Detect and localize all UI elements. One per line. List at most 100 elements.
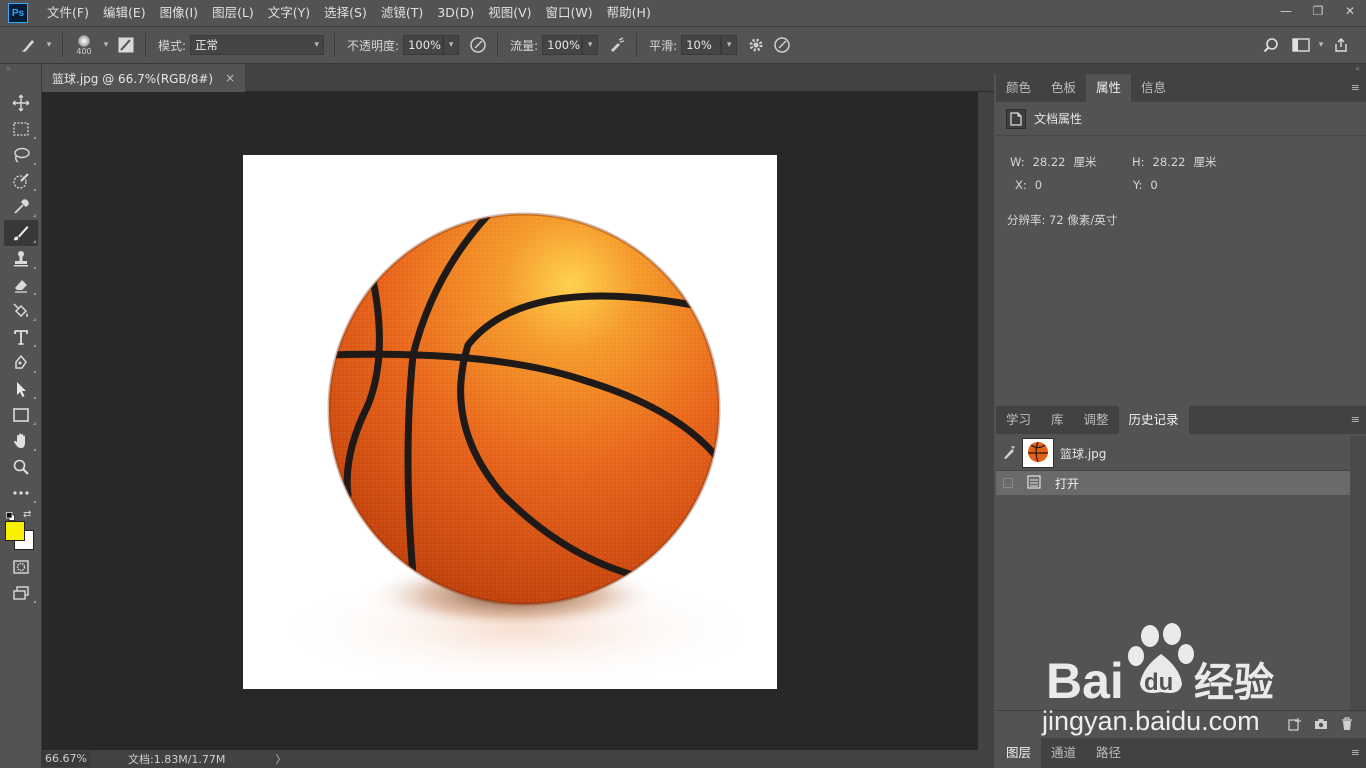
history-snapshot[interactable]: 篮球.jpg — [996, 436, 1350, 470]
brush-preset-dropdown-icon[interactable]: ▾ — [42, 35, 56, 55]
menu-file[interactable]: 文件(F) — [40, 0, 96, 26]
screen-mode-icon[interactable] — [4, 580, 38, 606]
default-colors-icon[interactable] — [6, 510, 15, 521]
history-step[interactable]: 打开 — [996, 471, 1350, 495]
document-canvas[interactable] — [243, 155, 777, 689]
history-footer — [996, 710, 1366, 736]
airbrush-icon[interactable] — [604, 32, 630, 58]
more-tools-icon[interactable] — [4, 480, 38, 506]
brush-preset-icon[interactable] — [16, 32, 42, 58]
restore-button[interactable]: ❐ — [1302, 0, 1334, 22]
y-row: Y: 0 — [1133, 178, 1158, 192]
menu-view[interactable]: 视图(V) — [481, 0, 538, 26]
opacity-dropdown-icon[interactable]: ▾ — [443, 35, 460, 55]
y-value[interactable]: 0 — [1150, 178, 1157, 192]
foreground-color-swatch[interactable] — [5, 521, 25, 541]
close-icon[interactable]: × — [225, 71, 235, 85]
lasso-tool-icon[interactable] — [4, 142, 38, 168]
document-icon — [1006, 108, 1026, 129]
menu-image[interactable]: 图像(I) — [153, 0, 205, 26]
gear-icon[interactable] — [743, 32, 769, 58]
new-document-from-state-icon[interactable] — [1282, 717, 1308, 731]
width-value[interactable]: 28.22 — [1033, 155, 1066, 169]
tab-libraries[interactable]: 库 — [1041, 406, 1074, 434]
status-menu-arrow[interactable]: 〉 — [275, 751, 286, 767]
menu-type[interactable]: 文字(Y) — [261, 0, 317, 26]
panel-menu-icon[interactable]: ≡ — [1351, 414, 1360, 425]
canvas-vertical-scrollbar[interactable] — [978, 92, 994, 750]
document-size-info: 文档:1.83M/1.77M — [128, 753, 226, 766]
swap-colors-icon[interactable]: ⇄ — [23, 509, 31, 520]
camera-icon[interactable] — [1308, 718, 1334, 730]
basketball-image — [268, 212, 768, 689]
share-icon[interactable] — [1328, 32, 1354, 58]
menu-window[interactable]: 窗口(W) — [539, 0, 600, 26]
tab-adjustments[interactable]: 调整 — [1074, 406, 1119, 434]
flow-input[interactable]: 100% — [542, 35, 583, 55]
eraser-tool-icon[interactable] — [4, 272, 38, 298]
height-value[interactable]: 28.22 — [1153, 155, 1186, 169]
tab-swatches[interactable]: 色板 — [1041, 74, 1086, 102]
menu-layer[interactable]: 图层(L) — [205, 0, 261, 26]
pressure-size-icon[interactable] — [769, 32, 795, 58]
toolbar-collapse-icon[interactable]: » — [0, 64, 41, 74]
tab-paths[interactable]: 路径 — [1086, 738, 1131, 768]
document-tab[interactable]: 篮球.jpg @ 66.7%(RGB/8#) × — [42, 64, 246, 92]
mode-label: 模式: — [158, 38, 187, 53]
workspace-icon[interactable] — [1288, 32, 1314, 58]
history-source-checkbox[interactable] — [1003, 478, 1013, 488]
workspace-dropdown-icon[interactable]: ▾ — [1314, 35, 1328, 55]
brush-tool-icon[interactable] — [4, 220, 38, 246]
tab-history[interactable]: 历史记录 — [1118, 406, 1189, 434]
rectangle-tool-icon[interactable] — [4, 402, 38, 428]
minimize-button[interactable]: — — [1270, 0, 1302, 22]
tab-layers[interactable]: 图层 — [996, 738, 1042, 768]
clone-stamp-tool-icon[interactable] — [4, 246, 38, 272]
tab-properties[interactable]: 属性 — [1086, 74, 1132, 102]
opacity-input[interactable]: 100% — [403, 35, 444, 55]
zoom-tool-icon[interactable] — [4, 454, 38, 480]
history-scrollbar[interactable] — [1350, 436, 1366, 712]
marquee-tool-icon[interactable] — [4, 116, 38, 142]
trash-icon[interactable] — [1334, 716, 1360, 731]
right-dock-header: « — [994, 64, 1366, 74]
tab-color[interactable]: 颜色 — [996, 74, 1041, 102]
eyedropper-tool-icon[interactable] — [4, 194, 38, 220]
quick-selection-tool-icon[interactable] — [4, 168, 38, 194]
brush-settings-icon[interactable] — [113, 32, 139, 58]
menu-help[interactable]: 帮助(H) — [600, 0, 658, 26]
window-controls: — ❐ ✕ — [1270, 0, 1366, 22]
smoothing-dropdown-icon[interactable]: ▾ — [721, 35, 738, 55]
path-selection-tool-icon[interactable] — [4, 376, 38, 402]
x-row: X: 0 — [1015, 178, 1042, 192]
zoom-level-input[interactable]: 66.67% — [42, 751, 90, 767]
history-brush-source-icon[interactable] — [998, 446, 1020, 460]
brush-size-dropdown-icon[interactable]: ▾ — [99, 35, 113, 55]
canvas-area[interactable] — [42, 92, 978, 750]
menu-edit[interactable]: 编辑(E) — [96, 0, 153, 26]
menu-filter[interactable]: 滤镜(T) — [374, 0, 430, 26]
x-value[interactable]: 0 — [1035, 178, 1042, 192]
quick-mask-icon[interactable] — [4, 554, 38, 580]
tab-learn[interactable]: 学习 — [996, 406, 1041, 434]
pen-tool-icon[interactable] — [4, 350, 38, 376]
width-row: W: 28.22 厘米 — [1010, 154, 1097, 170]
menu-select[interactable]: 选择(S) — [317, 0, 374, 26]
panel-menu-icon[interactable]: ≡ — [1351, 82, 1360, 93]
tab-channels[interactable]: 通道 — [1041, 738, 1086, 768]
flow-dropdown-icon[interactable]: ▾ — [582, 35, 599, 55]
pressure-opacity-icon[interactable] — [465, 32, 491, 58]
paint-bucket-tool-icon[interactable] — [4, 298, 38, 324]
search-icon[interactable] — [1258, 32, 1284, 58]
panel-menu-icon[interactable]: ≡ — [1351, 747, 1360, 758]
smoothing-input[interactable]: 10% — [681, 35, 722, 55]
tab-info[interactable]: 信息 — [1131, 74, 1176, 102]
mode-select[interactable]: 正常 ▾ — [190, 35, 325, 55]
type-tool-icon[interactable] — [4, 324, 38, 350]
dock-collapse-icon[interactable]: « — [1355, 64, 1360, 74]
hand-tool-icon[interactable] — [4, 428, 38, 454]
brush-size-picker[interactable]: 400 — [69, 30, 99, 60]
menu-3d[interactable]: 3D(D) — [430, 0, 481, 26]
close-button[interactable]: ✕ — [1334, 0, 1366, 22]
move-tool-icon[interactable] — [4, 90, 38, 116]
